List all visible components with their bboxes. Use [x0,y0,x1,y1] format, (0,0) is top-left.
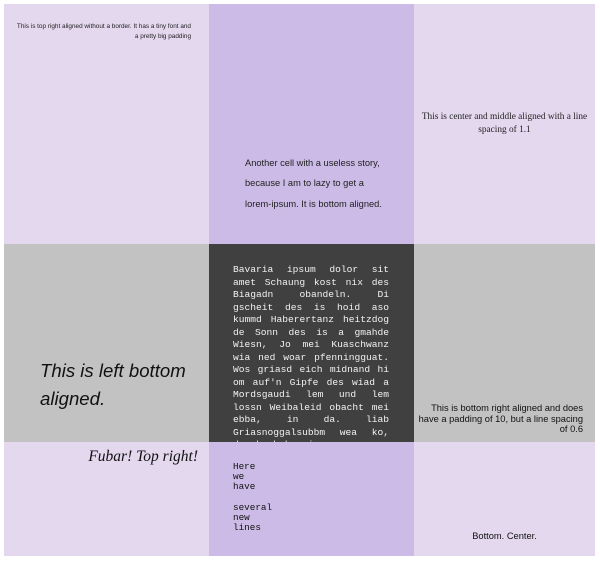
cell-middle-right: This is bottom right aligned and does ha… [414,244,595,442]
cell-text: This is bottom right aligned and does ha… [418,403,583,434]
cell-middle-center: Bavaria ipsum dolor sit amet Schaung kos… [209,244,414,442]
cell-text: This is top right aligned without a bord… [16,23,191,40]
cell-top-left: This is top right aligned without a bord… [4,4,209,244]
cell-top-middle: Another cell with a useless story, becau… [209,4,414,244]
cell-text: Another cell with a useless story, becau… [245,157,382,209]
cell-bottom-left: Fubar! Top right! [4,442,209,556]
cell-text: This is center and middle aligned with a… [421,112,588,135]
cell-bottom-right: Bottom. Center. [414,442,595,556]
cell-text: Bavaria ipsum dolor sit amet Schaung kos… [233,264,389,442]
cell-text: This is left bottom aligned. [40,360,186,409]
cell-top-right: This is center and middle aligned with a… [414,4,595,244]
cell-text: Bottom. Center. [472,531,537,541]
cell-middle-left: This is left bottom aligned. [4,244,209,442]
cell-bottom-middle: Here we have several new lines [209,442,414,556]
table-grid: This is top right aligned without a bord… [4,4,595,556]
cell-text: Here we have several new lines [233,461,273,534]
cell-text: Fubar! Top right! [88,448,198,465]
